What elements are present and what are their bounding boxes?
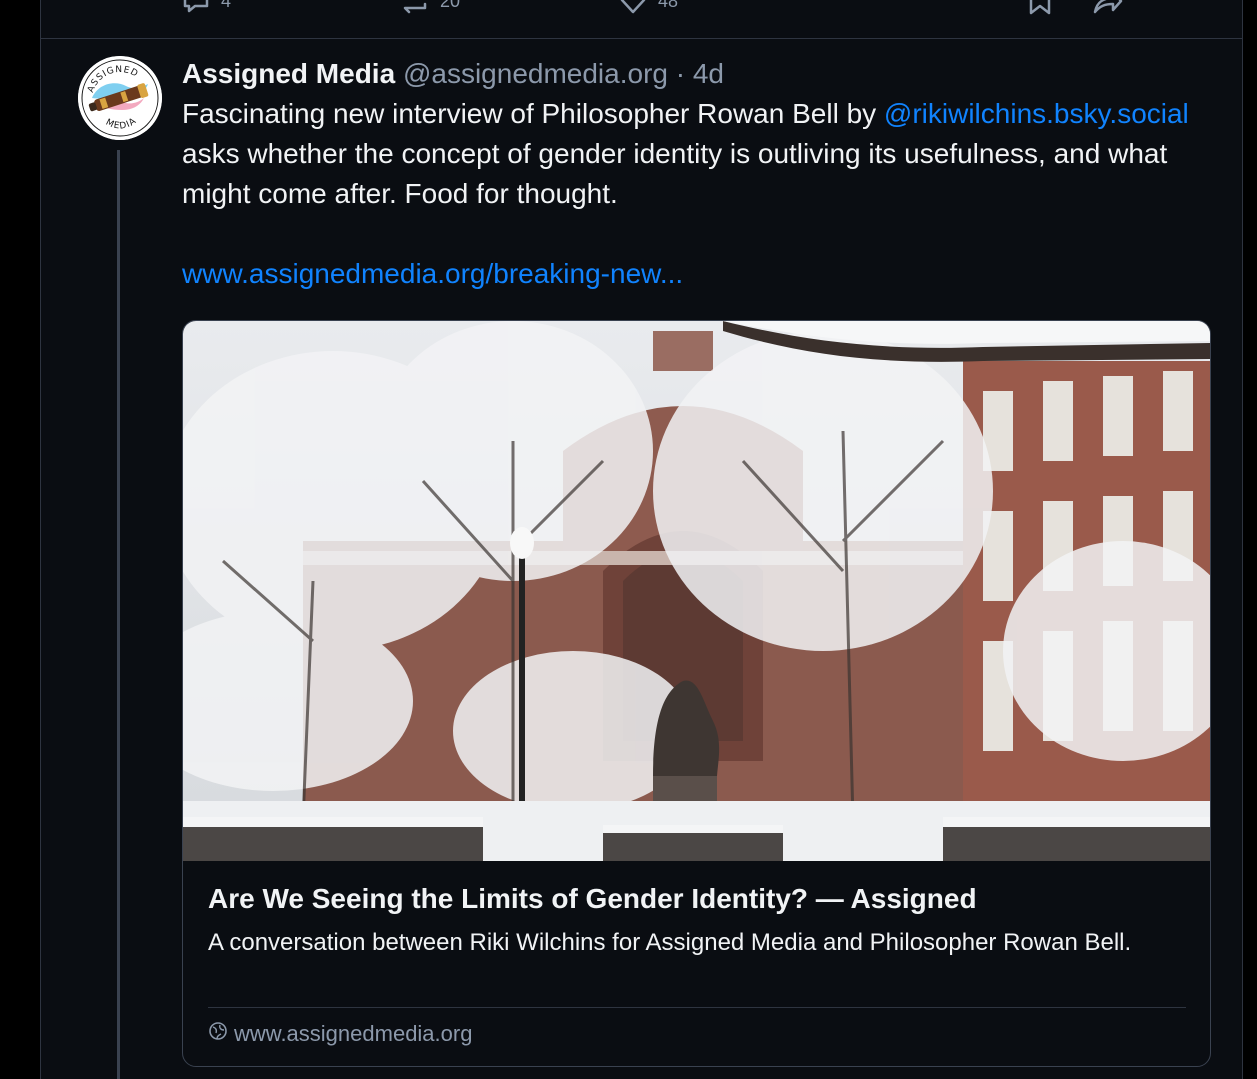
post-timestamp[interactable]: 4d: [693, 58, 724, 89]
repost-button[interactable]: 20: [398, 0, 460, 16]
like-count: 48: [658, 0, 679, 11]
reply-count: 4: [221, 0, 232, 11]
reply-button[interactable]: 4: [181, 0, 231, 16]
author-name[interactable]: Assigned Media: [182, 58, 395, 89]
bookmark-icon: [1026, 0, 1054, 16]
heart-icon: [618, 0, 648, 16]
repost-count: 20: [440, 0, 461, 11]
post-header: Assigned Media @assignedmedia.org · 4d: [182, 54, 1212, 94]
card-thumbnail-image: [183, 321, 1210, 861]
card-domain: www.assignedmedia.org: [234, 1021, 473, 1046]
share-button[interactable]: [1091, 0, 1123, 16]
card-domain-row: www.assignedmedia.org: [208, 1021, 472, 1047]
reply-icon: [181, 0, 211, 16]
post-url-link[interactable]: www.assignedmedia.org/breaking-new...: [182, 258, 683, 289]
card-description: A conversation between Riki Wilchins for…: [208, 929, 1132, 956]
repost-icon: [398, 0, 430, 16]
post-text: Fascinating new interview of Philosopher…: [182, 94, 1212, 214]
globe-icon: [208, 1021, 228, 1047]
link-preview-card[interactable]: Are We Seeing the Limits of Gender Ident…: [182, 320, 1211, 1067]
author-avatar[interactable]: ASSIGNED MEDIA: [78, 56, 162, 140]
previous-post-actions: 4 20 48: [41, 0, 1242, 39]
thread-line: [117, 150, 120, 1079]
share-icon: [1091, 0, 1123, 16]
assigned-media-logo: ASSIGNED MEDIA: [78, 56, 162, 140]
header-separator: ·: [667, 58, 693, 89]
card-title: Are We Seeing the Limits of Gender Ident…: [208, 883, 977, 914]
author-handle[interactable]: @assignedmedia.org: [403, 58, 668, 89]
feed-column: 4 20 48 ASSIGNED MEDIA Assigned Media @a…: [40, 0, 1243, 1079]
post-body: Assigned Media @assignedmedia.org · 4d F…: [182, 54, 1212, 294]
post-text-end: asks whether the concept of gender ident…: [182, 138, 1168, 209]
post-text-start: Fascinating new interview of Philosopher…: [182, 98, 884, 129]
mention-link[interactable]: @rikiwilchins.bsky.social: [884, 98, 1189, 129]
like-button[interactable]: 48: [618, 0, 678, 16]
card-divider: [208, 1007, 1186, 1008]
bookmark-button[interactable]: [1026, 0, 1054, 16]
